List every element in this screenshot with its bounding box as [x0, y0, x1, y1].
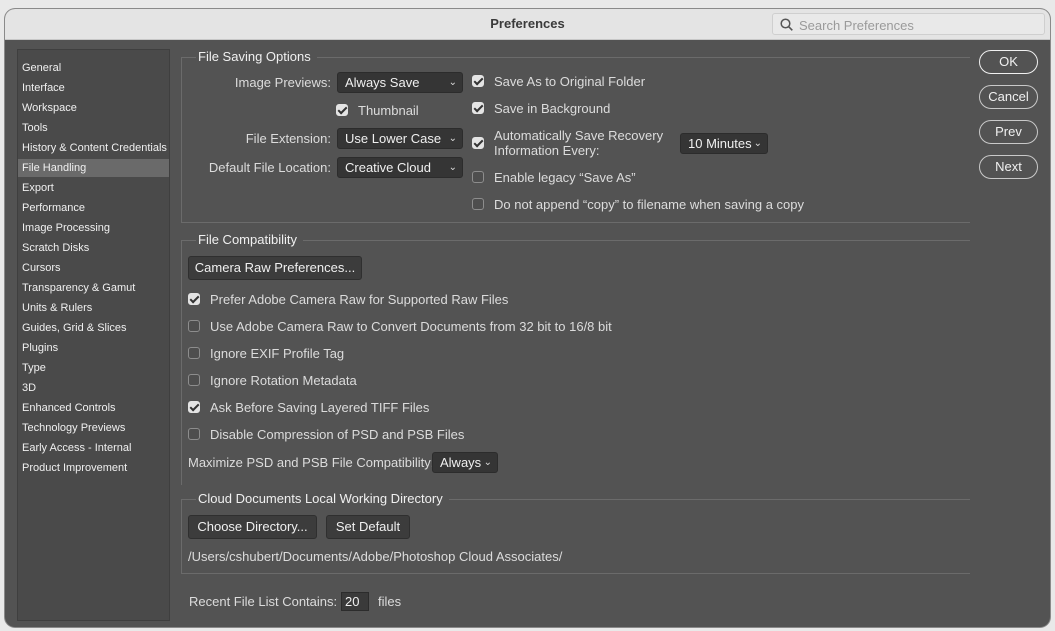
legacy-save-as-label: Enable legacy “Save As” [494, 170, 636, 185]
ignore-rotation-label: Ignore Rotation Metadata [210, 373, 357, 388]
cloud-docs-title: Cloud Documents Local Working Directory [196, 491, 449, 506]
image-previews-value: Always Save [345, 75, 420, 90]
file-compat-title: File Compatibility [196, 232, 303, 247]
sidebar-item-scratch-disks[interactable]: Scratch Disks [18, 239, 169, 257]
ok-button[interactable]: OK [979, 50, 1038, 74]
set-default-button[interactable]: Set Default [326, 515, 410, 539]
file-extension-label: File Extension: [245, 131, 331, 146]
sidebar-item-tools[interactable]: Tools [18, 119, 169, 137]
next-button[interactable]: Next [979, 155, 1038, 179]
thumbnail-checkbox[interactable] [336, 104, 348, 116]
thumbnail-label: Thumbnail [358, 103, 419, 118]
convert-32bit-checkbox[interactable] [188, 320, 200, 332]
cancel-button[interactable]: Cancel [979, 85, 1038, 109]
no-copy-checkbox[interactable] [472, 198, 484, 210]
auto-save-label-line1: Automatically Save Recovery [494, 128, 664, 143]
sidebar-item-technology-previews[interactable]: Technology Previews [18, 419, 169, 437]
category-sidebar: General Interface Workspace Tools Histor… [17, 49, 170, 621]
maximize-compat-dropdown[interactable]: Always ⌄ [432, 452, 498, 473]
preferences-window: Preferences General Interface Workspace … [5, 9, 1050, 627]
image-previews-dropdown[interactable]: Always Save ⌄ [337, 72, 463, 93]
save-as-original-checkbox[interactable] [472, 75, 484, 87]
chevron-updown-icon: ⌄ [448, 77, 457, 88]
default-location-value: Creative Cloud [345, 160, 431, 175]
file-saving-group-border-bottom [181, 222, 970, 223]
recent-files-count-field[interactable] [341, 592, 369, 611]
auto-save-label-line2: Information Every: [494, 143, 600, 158]
save-background-checkbox[interactable] [472, 102, 484, 114]
chevron-updown-icon: ⌄ [448, 162, 457, 173]
ask-tiff-label: Ask Before Saving Layered TIFF Files [210, 400, 430, 415]
ignore-exif-label: Ignore EXIF Profile Tag [210, 346, 345, 361]
sidebar-item-image-processing[interactable]: Image Processing [18, 219, 169, 237]
file-extension-value: Use Lower Case [345, 131, 442, 146]
convert-32bit-label: Use Adobe Camera Raw to Convert Document… [210, 319, 612, 334]
save-background-label: Save in Background [494, 101, 611, 116]
camera-raw-preferences-button[interactable]: Camera Raw Preferences... [188, 256, 362, 280]
file-extension-dropdown[interactable]: Use Lower Case ⌄ [337, 128, 463, 149]
image-previews-label: Image Previews: [234, 75, 331, 90]
disable-compression-label: Disable Compression of PSD and PSB Files [210, 427, 465, 442]
sidebar-item-guides[interactable]: Guides, Grid & Slices [18, 319, 169, 337]
sidebar-item-cursors[interactable]: Cursors [18, 259, 169, 277]
file-saving-group-border-left [181, 57, 182, 222]
search-box[interactable] [772, 13, 1045, 35]
cloud-docs-group-border-left [181, 499, 182, 573]
sidebar-item-plugins[interactable]: Plugins [18, 339, 169, 357]
chevron-updown-icon: ⌄ [753, 138, 762, 149]
sidebar-item-file-handling[interactable]: File Handling [18, 159, 169, 177]
sidebar-item-early-access[interactable]: Early Access - Internal [18, 439, 169, 457]
ignore-exif-checkbox[interactable] [188, 347, 200, 359]
disable-compression-checkbox[interactable] [188, 428, 200, 440]
ask-tiff-checkbox[interactable] [188, 401, 200, 413]
cloud-directory-path: /Users/cshubert/Documents/Adobe/Photosho… [188, 549, 563, 564]
sidebar-item-export[interactable]: Export [18, 179, 169, 197]
ignore-rotation-checkbox[interactable] [188, 374, 200, 386]
no-copy-label: Do not append “copy” to filename when sa… [494, 197, 805, 212]
title-bar: Preferences [5, 9, 1050, 40]
sidebar-item-3d[interactable]: 3D [18, 379, 169, 397]
search-input[interactable] [797, 15, 1041, 35]
recent-files-suffix: files [378, 594, 402, 609]
sidebar-item-type[interactable]: Type [18, 359, 169, 377]
chevron-updown-icon: ⌄ [483, 457, 492, 468]
default-location-label: Default File Location: [208, 160, 331, 175]
legacy-save-as-checkbox[interactable] [472, 171, 484, 183]
save-as-original-label: Save As to Original Folder [494, 74, 646, 89]
sidebar-item-history[interactable]: History & Content Credentials [18, 139, 169, 157]
sidebar-item-enhanced-controls[interactable]: Enhanced Controls [18, 399, 169, 417]
sidebar-item-interface[interactable]: Interface [18, 79, 169, 97]
sidebar-item-transparency[interactable]: Transparency & Gamut [18, 279, 169, 297]
maximize-compat-label: Maximize PSD and PSB File Compatibility: [188, 455, 435, 470]
sidebar-item-general[interactable]: General [18, 59, 169, 77]
search-icon [780, 18, 793, 31]
prefer-camera-raw-checkbox[interactable] [188, 293, 200, 305]
sidebar-item-performance[interactable]: Performance [18, 199, 169, 217]
auto-save-interval-dropdown[interactable]: 10 Minutes ⌄ [680, 133, 768, 154]
file-compat-group-border-left [181, 240, 182, 485]
chevron-updown-icon: ⌄ [448, 133, 457, 144]
sidebar-item-workspace[interactable]: Workspace [18, 99, 169, 117]
sidebar-item-product-improvement[interactable]: Product Improvement [18, 459, 169, 477]
maximize-compat-value: Always [440, 455, 482, 470]
auto-save-checkbox[interactable] [472, 137, 484, 149]
choose-directory-button[interactable]: Choose Directory... [188, 515, 317, 539]
default-location-dropdown[interactable]: Creative Cloud ⌄ [337, 157, 463, 178]
prev-button[interactable]: Prev [979, 120, 1038, 144]
cloud-docs-group-border-bottom [181, 573, 970, 574]
auto-save-interval-value: 10 Minutes [688, 136, 752, 151]
prefer-camera-raw-label: Prefer Adobe Camera Raw for Supported Ra… [210, 292, 509, 307]
recent-files-label: Recent File List Contains: [189, 594, 338, 609]
file-saving-title: File Saving Options [196, 49, 317, 64]
sidebar-item-units[interactable]: Units & Rulers [18, 299, 169, 317]
